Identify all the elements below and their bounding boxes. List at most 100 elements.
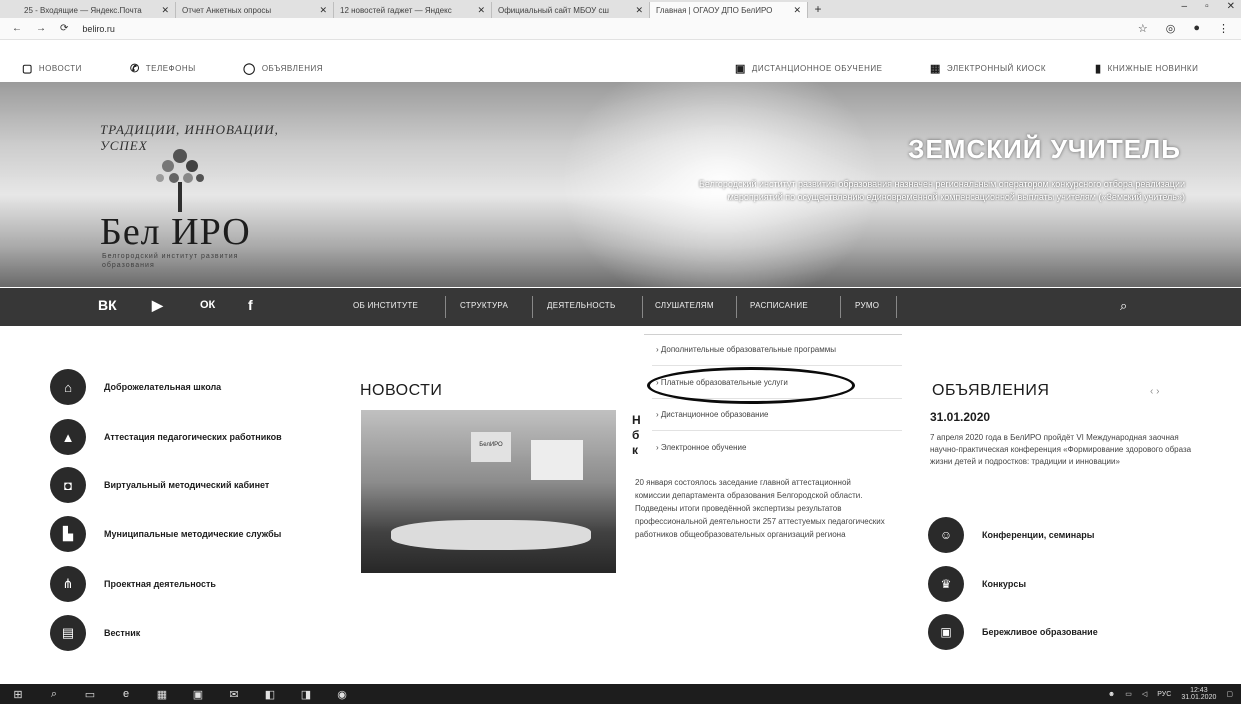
dropdown-item[interactable]: › Электронное обучение xyxy=(656,443,746,452)
highlight-ellipse xyxy=(647,367,855,404)
left-menu-item[interactable]: ▲ Аттестация педагогических работников xyxy=(50,419,282,455)
carousel-arrows[interactable]: ‹ › xyxy=(1150,386,1159,397)
network-icon[interactable]: ▭ xyxy=(1125,690,1132,698)
browser-tab[interactable]: 25 - Входящие — Яндекс.Почта ✕ xyxy=(18,2,176,18)
main-nav: ВК ▶ ОК f ОБ ИНСТИТУТЕ СТРУКТУРА ДЕЯТЕЛЬ… xyxy=(0,288,1241,326)
kiosk-icon: ▦ xyxy=(930,63,941,75)
clock[interactable]: 12:43 31.01.2020 xyxy=(1181,687,1216,701)
left-menu-item[interactable]: ⌂ Доброжелательная школа xyxy=(50,369,221,405)
top-links: ▢ НОВОСТИ ✆ ТЕЛЕФОНЫ ◯ ОБЪЯВЛЕНИЯ ▣ ДИСТАНЦИ… xyxy=(0,58,1241,80)
top-link-phones[interactable]: ✆ ТЕЛЕФОНЫ xyxy=(130,62,196,75)
news-photo[interactable]: БелИРО xyxy=(361,410,616,573)
logo-name: Бел ИРО xyxy=(100,211,251,253)
top-link-kiosk[interactable]: ▦ ЭЛЕКТРОННЫЙ КИОСК xyxy=(930,62,1046,75)
tab-title: 12 новостей гаджет — Яндекс xyxy=(340,5,452,15)
browser-tab[interactable]: Отчет Анкетных опросы ✕ xyxy=(176,2,334,18)
newspaper-icon: ▤ xyxy=(50,615,86,651)
presentation-icon: ▣ xyxy=(928,614,964,650)
window-close-icon[interactable]: ✕ xyxy=(1227,1,1235,12)
notifications-icon[interactable]: ▢ xyxy=(1226,690,1233,698)
user-icon[interactable]: ☻ xyxy=(1108,691,1115,698)
nav-separator xyxy=(445,296,446,318)
tab-title: Официальный сайт МБОУ сш xyxy=(498,5,609,15)
top-link-ads[interactable]: ◯ ОБЪЯВЛЕНИЯ xyxy=(243,62,323,75)
nav-separator xyxy=(896,296,897,318)
nav-separator xyxy=(736,296,737,318)
dropdown-item[interactable]: › Дистанционное образование xyxy=(656,410,769,419)
nav-about[interactable]: ОБ ИНСТИТУТЕ xyxy=(353,301,418,310)
link-conferences[interactable]: ☺ Конференции, семинары xyxy=(928,517,1094,553)
nav-separator xyxy=(532,296,533,318)
app-icon[interactable]: ◨ xyxy=(298,688,314,701)
announcement-date: 31.01.2020 xyxy=(930,410,991,424)
photo-screen xyxy=(531,440,583,480)
extension-icon[interactable]: ◎ xyxy=(1166,22,1176,35)
browser-tab[interactable]: Официальный сайт МБОУ сш ✕ xyxy=(492,2,650,18)
menu-icon[interactable]: ⋮ xyxy=(1218,22,1229,35)
chrome-icon[interactable]: ◉ xyxy=(334,688,350,701)
new-tab-icon[interactable]: + xyxy=(808,2,828,16)
trophy-icon: ♛ xyxy=(928,566,964,602)
maximize-icon[interactable]: ▫ xyxy=(1205,1,1209,12)
nav-rumo[interactable]: РУМО xyxy=(855,301,879,310)
app-icon[interactable]: ◧ xyxy=(262,688,278,701)
windows-start-icon[interactable]: ⊞ xyxy=(10,688,26,701)
news-title-fragment[interactable]: Н б к xyxy=(632,413,641,458)
youtube-icon[interactable]: ▶ xyxy=(152,297,163,314)
tab-title: 25 - Входящие — Яндекс.Почта xyxy=(24,5,142,15)
chat-icon: ▢ xyxy=(22,63,33,75)
left-menu-item[interactable]: ▤ Вестник xyxy=(50,615,140,651)
language-indicator[interactable]: РУС xyxy=(1157,691,1171,698)
edge-icon[interactable]: e xyxy=(118,688,134,700)
top-link-books[interactable]: ▮ КНИЖНЫЕ НОВИНКИ xyxy=(1095,62,1198,75)
vk-icon[interactable]: ВК xyxy=(98,297,117,313)
link-contests[interactable]: ♛ Конкурсы xyxy=(928,566,1026,602)
url-field[interactable]: beliro.ru xyxy=(82,24,115,34)
hero-title: ЗЕМСКИЙ УЧИТЕЛЬ xyxy=(908,134,1181,164)
search-icon[interactable]: ⌕ xyxy=(46,688,62,701)
monitor-icon: ▣ xyxy=(735,63,746,75)
nav-structure[interactable]: СТРУКТУРА xyxy=(460,301,508,310)
close-icon[interactable]: ✕ xyxy=(793,5,801,16)
star-icon[interactable]: ☆ xyxy=(1138,22,1148,35)
task-view-icon[interactable]: ▭ xyxy=(82,688,98,701)
people-icon: ☺ xyxy=(928,517,964,553)
back-icon[interactable]: ← xyxy=(12,23,22,34)
nav-schedule[interactable]: РАСПИСАНИЕ xyxy=(750,301,808,310)
browser-tab[interactable]: 12 новостей гаджет — Яндекс ✕ xyxy=(334,2,492,18)
top-link-news[interactable]: ▢ НОВОСТИ xyxy=(22,62,82,75)
odnoklassniki-icon[interactable]: ОК xyxy=(200,299,215,311)
top-link-distance[interactable]: ▣ ДИСТАНЦИОННОЕ ОБУЧЕНИЕ xyxy=(735,62,882,75)
volume-icon[interactable]: ◁ xyxy=(1142,690,1147,698)
left-menu-item[interactable]: ⋔ Проектная деятельность xyxy=(50,566,216,602)
school-icon: ⌂ xyxy=(50,369,86,405)
store-icon[interactable]: ▣ xyxy=(190,688,206,701)
dropdown-item[interactable]: › Дополнительные образовательные програм… xyxy=(656,345,836,354)
nav-activity[interactable]: ДЕЯТЕЛЬНОСТЬ xyxy=(547,301,616,310)
window-controls: – ▫ ✕ xyxy=(1182,1,1236,12)
explorer-icon[interactable]: ▦ xyxy=(154,688,170,701)
close-icon[interactable]: ✕ xyxy=(635,5,643,16)
left-menu-item[interactable]: ▙ Муниципальные методические службы xyxy=(50,516,281,552)
reload-icon[interactable]: ⟳ xyxy=(60,23,68,34)
hero-banner[interactable]: ТРАДИЦИИ, ИННОВАЦИИ, УСПЕХ Бел ИРО Белго… xyxy=(0,82,1241,287)
mail-icon[interactable]: ✉ xyxy=(226,688,242,701)
network-icon: ⋔ xyxy=(50,566,86,602)
browser-tab-active[interactable]: Главная | ОГАОУ ДПО БелИРО ✕ xyxy=(650,2,808,18)
address-bar: ← → ⟳ beliro.ru ☆ ◎ ● ⋮ xyxy=(0,18,1241,40)
search-icon[interactable]: ⌕ xyxy=(1120,298,1127,314)
announcement-text[interactable]: 7 апреля 2020 года в БелИРО пройдёт VI М… xyxy=(930,432,1195,468)
nav-separator xyxy=(840,296,841,318)
buildings-icon: ▙ xyxy=(50,516,86,552)
site-logo[interactable]: ТРАДИЦИИ, ИННОВАЦИИ, УСПЕХ Бел ИРО Белго… xyxy=(100,122,280,272)
forward-icon[interactable]: → xyxy=(36,23,46,34)
nav-listeners[interactable]: СЛУШАТЕЛЯМ xyxy=(655,301,714,310)
facebook-icon[interactable]: f xyxy=(248,297,253,313)
minimize-icon[interactable]: – xyxy=(1182,1,1188,12)
close-icon[interactable]: ✕ xyxy=(319,5,327,16)
close-icon[interactable]: ✕ xyxy=(161,5,169,16)
close-icon[interactable]: ✕ xyxy=(477,5,485,16)
profile-icon[interactable]: ● xyxy=(1193,22,1200,35)
link-lean-education[interactable]: ▣ Бережливое образование xyxy=(928,614,1098,650)
left-menu-item[interactable]: ◘ Виртуальный методический кабинет xyxy=(50,467,269,503)
